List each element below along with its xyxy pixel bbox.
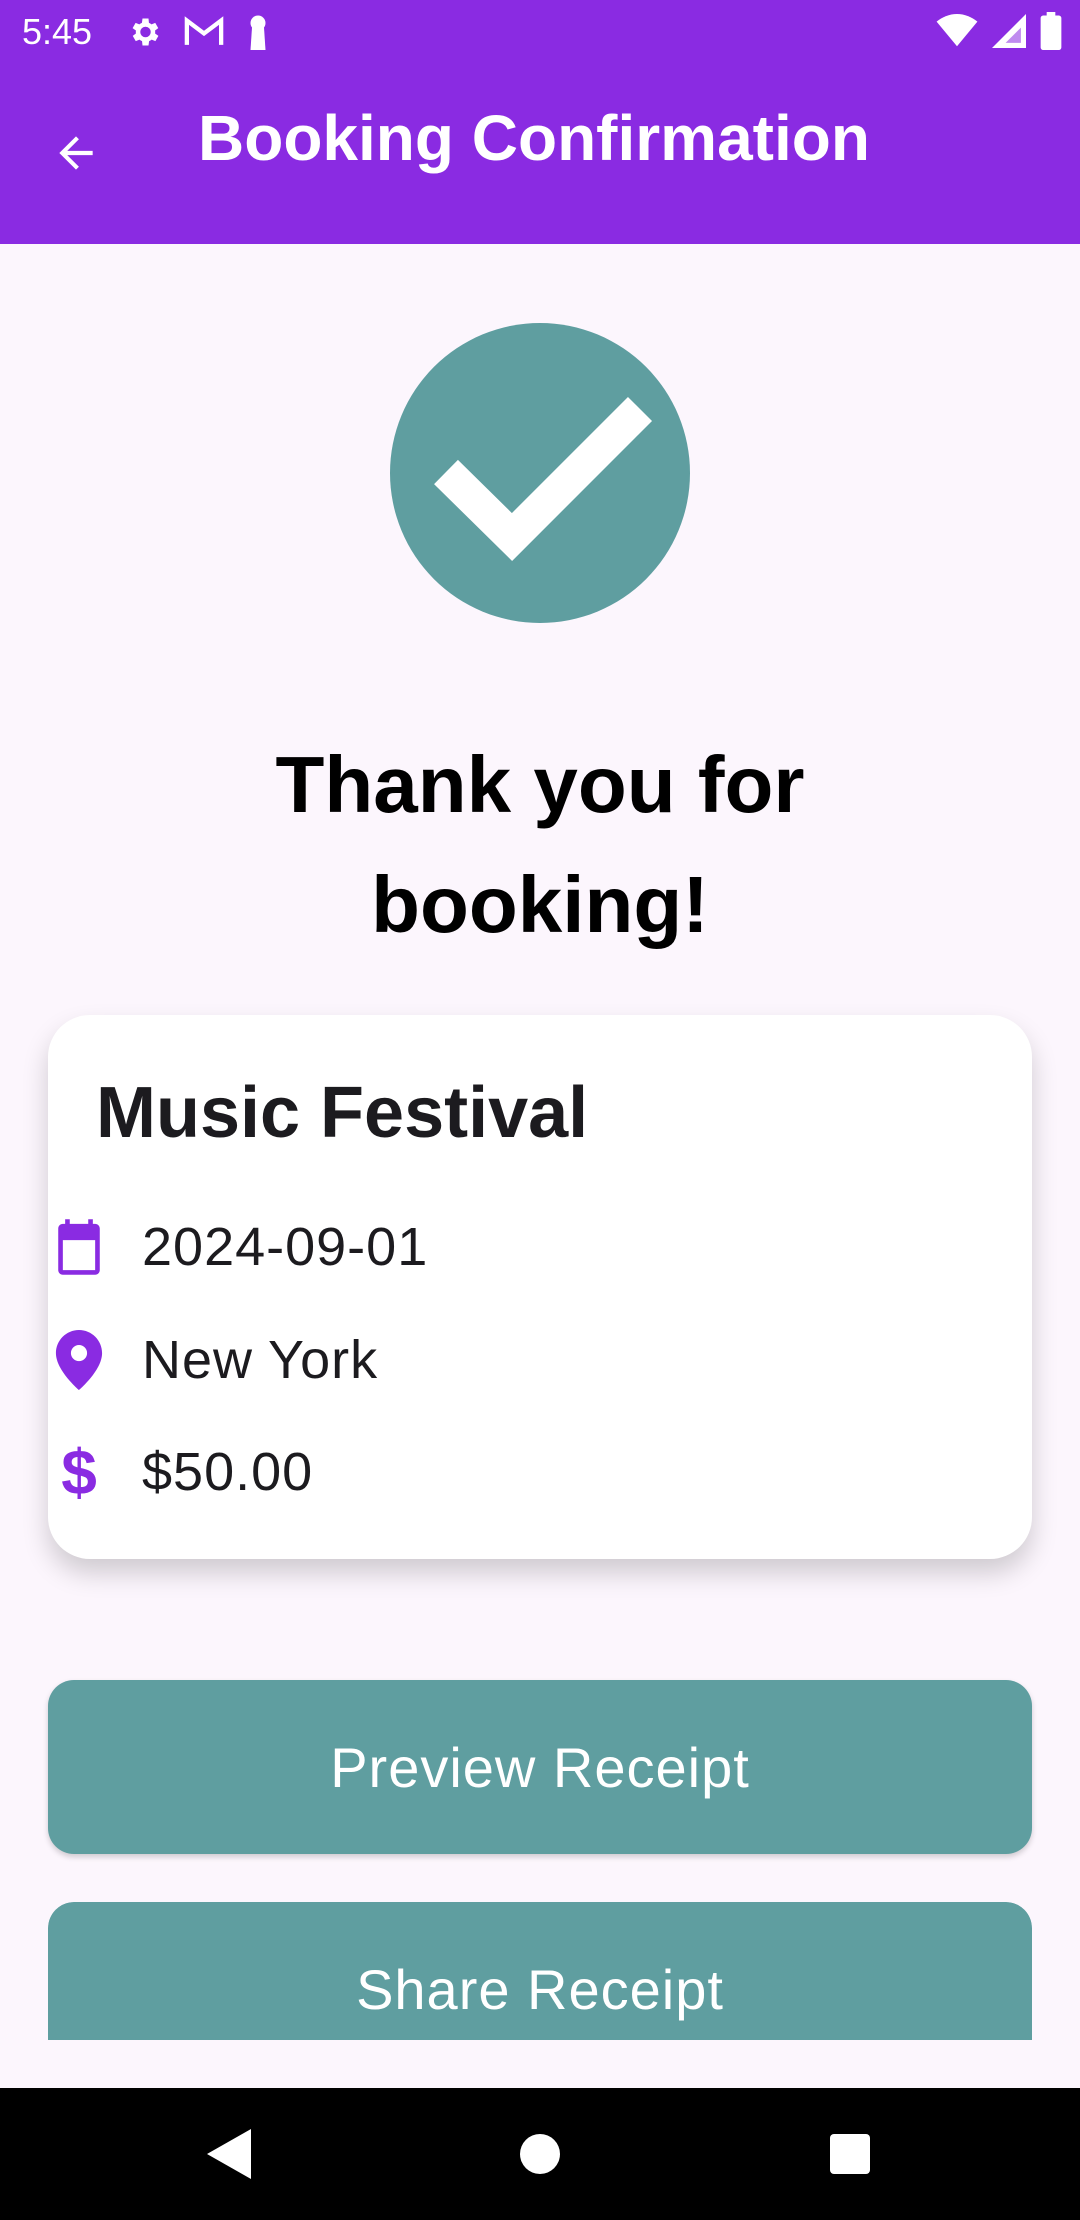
arrow-back-icon: [51, 128, 101, 183]
battery-icon: [1040, 12, 1062, 50]
preview-receipt-button[interactable]: Preview Receipt: [48, 1680, 1032, 1854]
status-right-icons: [936, 12, 1062, 50]
page-title: Booking Confirmation: [198, 102, 870, 174]
status-left-icons: [126, 14, 270, 50]
calendar-icon: [48, 1216, 110, 1278]
svg-text:$: $: [61, 1442, 97, 1502]
nav-home-icon: [520, 2134, 560, 2174]
check-icon: [434, 396, 653, 561]
keyhole-icon: [246, 14, 270, 50]
location-row: New York: [48, 1320, 378, 1400]
nav-recents-icon: [830, 2134, 870, 2174]
price-row: $ $50.00: [48, 1432, 313, 1512]
dollar-icon: $: [48, 1441, 110, 1503]
system-nav-bar: [0, 2088, 1080, 2220]
nav-recents-button[interactable]: [818, 2122, 882, 2186]
success-badge: [390, 323, 690, 623]
booking-location: New York: [142, 1330, 379, 1390]
wifi-icon: [936, 14, 978, 48]
status-bar: 5:45: [0, 0, 1080, 66]
thank-you-line-2: booking!: [371, 860, 709, 949]
status-time: 5:45: [22, 11, 93, 52]
share-receipt-button[interactable]: Share Receipt: [48, 1902, 1032, 2040]
thank-you-line-1: Thank you for: [275, 740, 805, 829]
thank-you-heading: Thank you for booking!: [90, 725, 990, 965]
booking-price: $50.00: [142, 1442, 314, 1502]
nav-back-icon: [207, 2129, 251, 2179]
share-receipt-button-container: Share Receipt: [48, 1902, 1032, 2040]
settings-icon: [126, 14, 162, 50]
back-button[interactable]: [36, 115, 116, 195]
nav-back-button[interactable]: [196, 2122, 260, 2186]
date-row: 2024-09-01: [48, 1207, 428, 1287]
location-pin-icon: [48, 1329, 110, 1391]
signal-icon: [992, 14, 1026, 48]
app-bar: Booking Confirmation: [0, 66, 1080, 244]
nav-home-button[interactable]: [508, 2122, 572, 2186]
gmail-icon: [184, 16, 224, 48]
booking-date: 2024-09-01: [142, 1217, 429, 1277]
event-title: Music Festival: [96, 1073, 589, 1153]
